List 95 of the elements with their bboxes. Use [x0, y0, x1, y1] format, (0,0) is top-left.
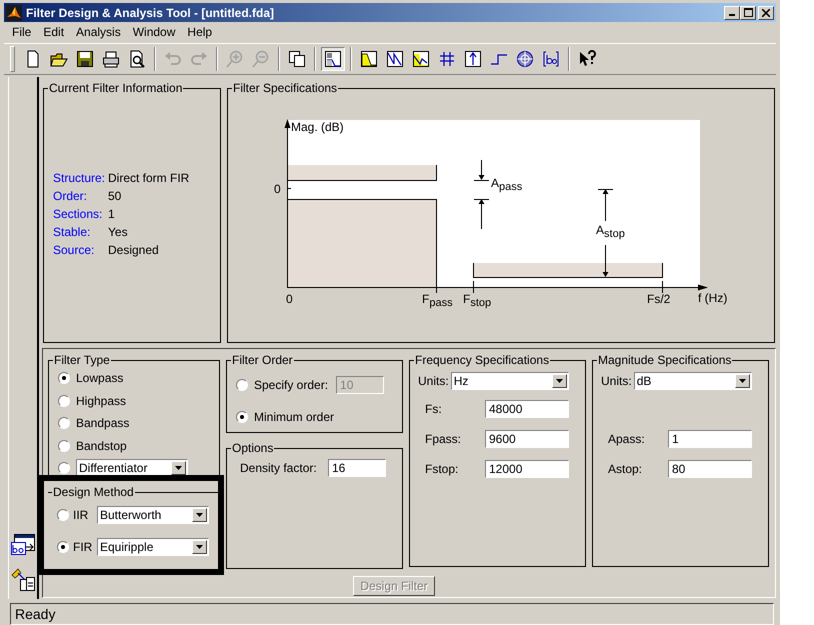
- close-button[interactable]: [758, 6, 774, 20]
- menu-item[interactable]: Help: [181, 24, 218, 38]
- printer-icon: [102, 50, 120, 68]
- radio-button[interactable]: [58, 394, 70, 407]
- dropdown-arrow-icon: [175, 466, 182, 470]
- window-title: Filter Design & Analysis Tool - [untitled.fda]: [26, 6, 274, 20]
- input-field[interactable]: 48000: [485, 400, 569, 418]
- radio-label: Lowpass: [76, 371, 124, 386]
- radio-label: Specify order:: [254, 378, 328, 392]
- magnitude-phase-icon: [412, 50, 430, 68]
- info-label: Structure:: [53, 171, 106, 185]
- axis-label: f (Hz): [698, 291, 728, 305]
- axis-label: Mag. (dB): [291, 120, 344, 134]
- group-title: Design Method: [52, 485, 135, 499]
- status-text: Ready: [15, 606, 56, 622]
- dropdown[interactable]: dB: [634, 372, 752, 390]
- field-label: Units:: [601, 374, 632, 388]
- app-icon: [6, 4, 22, 20]
- info-value: 1: [108, 207, 115, 221]
- group-title: Options: [231, 441, 274, 455]
- info-label: Source:: [53, 243, 96, 257]
- pole-zero-icon: [516, 50, 534, 68]
- tick-label: Fs/2: [647, 292, 670, 306]
- impulse-response-icon: [464, 50, 482, 68]
- field-label: Density factor:: [240, 461, 318, 475]
- dropdown[interactable]: Equiripple: [97, 538, 209, 556]
- info-value: Direct form FIR: [108, 171, 190, 185]
- group-title: Filter Specifications: [232, 81, 338, 95]
- dropdown-arrow-icon: [738, 379, 746, 383]
- close-icon: [762, 8, 770, 16]
- group-title: Filter Order: [231, 353, 294, 367]
- group-title: Current Filter Information: [48, 81, 184, 95]
- print-preview-icon: [128, 50, 146, 68]
- group-delay-icon: [438, 50, 456, 68]
- input-field[interactable]: 16: [328, 459, 386, 477]
- input-field[interactable]: 12000: [485, 460, 569, 478]
- info-value: 50: [108, 189, 122, 203]
- filter-design-icon: [324, 50, 342, 68]
- undo-icon: [164, 50, 182, 68]
- tick-label: 0: [274, 182, 281, 196]
- field-label: Fpass:: [425, 432, 462, 446]
- group-title: Filter Type: [53, 353, 111, 367]
- minimize-button[interactable]: [724, 6, 740, 20]
- help-pointer-icon: [578, 50, 596, 68]
- radio-label: Bandstop: [76, 438, 127, 453]
- radio-button[interactable]: [236, 411, 248, 423]
- info-label: Order:: [53, 189, 88, 203]
- filter-design-button[interactable]: [321, 47, 345, 71]
- field-label: Astop:: [608, 462, 642, 476]
- radio-button[interactable]: [58, 372, 70, 384]
- maximize-button[interactable]: [740, 6, 756, 20]
- group-title: Frequency Specifications: [414, 353, 550, 367]
- radio-button[interactable]: [58, 440, 70, 452]
- redo-icon: [190, 50, 208, 68]
- input-field[interactable]: 80: [668, 460, 752, 478]
- coefficients-icon: [542, 50, 560, 68]
- group-title: Magnitude Specifications: [597, 353, 732, 367]
- field-label: Fstop:: [425, 462, 458, 476]
- menu-item[interactable]: Analysis: [70, 24, 127, 38]
- info-value: Designed: [108, 243, 159, 257]
- design-tools-icon: [10, 567, 36, 593]
- menu-item[interactable]: Window: [126, 24, 182, 38]
- input-field[interactable]: 9600: [485, 430, 569, 448]
- dropdown-arrow-icon: [196, 545, 203, 549]
- maximize-icon: [744, 8, 752, 17]
- radio-label: FIR: [73, 540, 93, 554]
- info-label: Sections:: [53, 207, 104, 221]
- info-value: Yes: [108, 225, 128, 239]
- phase-response-icon: [386, 50, 404, 68]
- dropdown[interactable]: Butterworth: [97, 506, 209, 524]
- field-label: Units:: [418, 374, 449, 388]
- stacked-pages-icon: [288, 50, 306, 68]
- radio-label: Minimum order: [254, 410, 334, 424]
- tick-label: 0: [286, 292, 293, 306]
- radio-label: Bandpass: [76, 416, 130, 430]
- minimize-icon: [729, 14, 735, 16]
- menu-item[interactable]: Edit: [37, 24, 70, 38]
- radio-label: IIR: [73, 508, 90, 522]
- zoom-out-icon: [252, 50, 270, 68]
- dropdown-arrow-icon: [556, 379, 563, 383]
- input-field[interactable]: 1: [668, 430, 752, 448]
- menu-item[interactable]: File: [6, 24, 38, 38]
- radio-button[interactable]: [57, 509, 69, 521]
- field-label: Fs:: [425, 402, 442, 416]
- zoom-in-icon: [226, 50, 244, 68]
- field-label: Apass:: [608, 432, 645, 446]
- magnitude-response-icon: [360, 50, 378, 68]
- passband-ripple-arrow: [474, 160, 490, 230]
- radio-button[interactable]: [57, 541, 69, 553]
- info-label: Stable:: [53, 225, 92, 239]
- radio-button[interactable]: [58, 417, 70, 430]
- radio-button[interactable]: [58, 462, 70, 474]
- radio-label: Highpass: [76, 394, 126, 408]
- dropdown-arrow-icon: [196, 513, 203, 517]
- dropdown[interactable]: Hz: [450, 372, 569, 390]
